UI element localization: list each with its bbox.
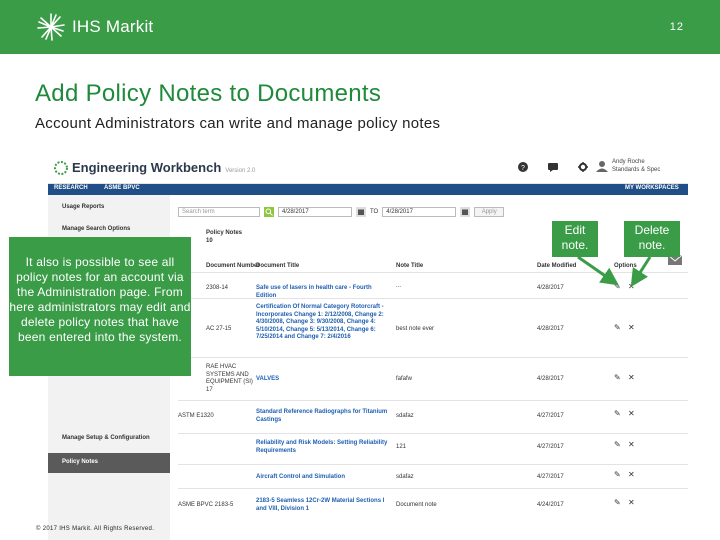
cell-doc-title[interactable]: Standard Reference Radiographs for Titan… xyxy=(256,409,392,424)
cell-date: 4/27/2017 xyxy=(537,474,564,480)
header-icons: ? xyxy=(518,162,588,172)
cell-date: 4/28/2017 xyxy=(537,326,564,332)
row-divider xyxy=(178,464,688,465)
app-starburst-icon xyxy=(54,160,68,175)
cell-doc-number: 2308-14 xyxy=(206,285,229,291)
from-date-field[interactable]: 4/28/2017 xyxy=(278,207,352,217)
row-divider xyxy=(178,400,688,401)
slide-title: Add Policy Notes to Documents xyxy=(35,80,382,107)
edit-note-icon[interactable]: ✎ xyxy=(614,440,621,449)
edit-note-icon[interactable]: ✎ xyxy=(614,373,621,382)
header-divider xyxy=(178,272,688,273)
cell-date: 4/28/2017 xyxy=(537,285,564,291)
ihs-markit-logo: IHS Markit xyxy=(36,12,153,42)
calendar-icon[interactable] xyxy=(460,207,471,217)
cell-date: 4/28/2017 xyxy=(537,376,564,382)
brand-name: IHS Markit xyxy=(72,17,154,36)
edit-note-icon[interactable]: ✎ xyxy=(614,498,621,507)
cell-doc-title[interactable]: Certification Of Normal Category Rotorcr… xyxy=(256,304,392,342)
sidebar-item-manage-setup[interactable]: Manage Setup & Configuration xyxy=(62,435,150,441)
to-label: TO xyxy=(370,209,379,215)
cell-note-title: ... xyxy=(396,283,402,289)
cell-doc-number: ASME BPVC 2183-5 xyxy=(178,502,234,508)
col-document-number[interactable]: Document Number xyxy=(206,263,260,269)
cell-doc-title[interactable]: VALVES xyxy=(256,376,392,384)
cell-date: 4/24/2017 xyxy=(537,502,564,508)
top-nav: RESEARCH ASME BPVC MY WORKSPACES xyxy=(48,184,688,195)
search-bar: Search term 4/28/2017 TO 4/28/2017 Apply xyxy=(178,207,505,217)
sidebar-item-usage-reports[interactable]: Usage Reports xyxy=(62,204,104,210)
edit-note-icon[interactable]: ✎ xyxy=(614,409,621,418)
sidebar-item-policy-notes[interactable]: Policy Notes xyxy=(48,453,170,473)
row-divider xyxy=(178,433,688,434)
starburst-logo-icon xyxy=(37,13,65,41)
delete-note-icon[interactable]: ✕ xyxy=(628,470,635,479)
nav-research[interactable]: RESEARCH xyxy=(54,185,88,191)
app-version: Version 2.0 xyxy=(225,167,256,174)
delete-note-icon[interactable]: ✕ xyxy=(628,282,635,291)
cell-note-title: 121 xyxy=(396,444,407,450)
policy-notes-heading: Policy Notes xyxy=(206,230,243,236)
edit-note-icon[interactable]: ✎ xyxy=(614,282,621,291)
help-icon[interactable]: ? xyxy=(518,162,528,172)
cell-note-title: fafafw xyxy=(396,376,413,382)
edit-note-callout: Edit note. xyxy=(552,221,598,257)
cell-doc-number: AC 27-15 xyxy=(206,326,232,332)
avatar-icon xyxy=(596,161,608,172)
apply-button[interactable]: Apply xyxy=(474,207,505,217)
nav-my-workspaces[interactable]: MY WORKSPACES xyxy=(625,185,679,191)
search-input[interactable]: Search term xyxy=(178,207,260,217)
cell-doc-title[interactable]: 2183-5 Seamless 12Cr-2W Material Section… xyxy=(256,498,392,513)
cell-date: 4/27/2017 xyxy=(537,444,564,450)
calendar-icon[interactable] xyxy=(356,207,366,217)
col-options: Options xyxy=(614,263,637,269)
cell-date: 4/27/2017 xyxy=(537,413,564,419)
admin-page-callout: It also is possible to see all policy no… xyxy=(9,237,191,376)
col-date-modified[interactable]: Date Modified xyxy=(537,263,576,269)
sidebar-item-manage-search[interactable]: Manage Search Options xyxy=(62,226,130,232)
slide-number: 12 xyxy=(669,21,684,33)
row-divider xyxy=(178,357,688,358)
slide-subtitle: Account Administrators can write and man… xyxy=(35,115,441,132)
edit-note-icon[interactable]: ✎ xyxy=(614,470,621,479)
cell-doc-number: RAE HVAC SYSTEMS AND EQUIPMENT (SI) 17 xyxy=(206,364,253,393)
delete-note-icon[interactable]: ✕ xyxy=(628,498,635,507)
user-menu[interactable]: Andy Roche Standards & Spec xyxy=(596,158,660,174)
svg-text:?: ? xyxy=(521,165,525,172)
app-header: Engineering Workbench Version 2.0 ? Andy… xyxy=(48,152,688,184)
app-name: Engineering Workbench xyxy=(72,160,222,175)
to-date-field[interactable]: 4/28/2017 xyxy=(382,207,457,217)
copyright: © 2017 IHS Markit. All Rights Reserved. xyxy=(36,526,155,532)
cell-note-title: Document note xyxy=(396,502,437,508)
user-subtitle: Standards & Spec xyxy=(612,167,661,173)
cell-doc-title[interactable]: Aircraft Control and Simulation xyxy=(256,474,392,482)
delete-note-icon[interactable]: ✕ xyxy=(628,440,635,449)
col-document-title[interactable]: Document Title xyxy=(256,263,299,269)
cell-note-title: best note ever xyxy=(396,326,435,332)
app-logo[interactable]: Engineering Workbench Version 2.0 xyxy=(54,160,255,175)
delete-note-icon[interactable]: ✕ xyxy=(628,409,635,418)
cell-note-title: sdafaz xyxy=(396,474,414,480)
cell-doc-title[interactable]: Reliability and Risk Models: Setting Rel… xyxy=(256,440,392,455)
edit-note-icon[interactable]: ✎ xyxy=(614,323,621,332)
policy-notes-count: 10 xyxy=(206,238,213,244)
search-button[interactable] xyxy=(264,207,274,217)
cell-doc-number: ASTM E1320 xyxy=(178,413,214,419)
gear-icon[interactable] xyxy=(578,162,588,172)
slide-header-bar: IHS Markit 12 xyxy=(0,0,720,54)
user-name: Andy Roche xyxy=(612,159,645,165)
cell-note-title: sdafaz xyxy=(396,413,414,419)
chat-icon[interactable] xyxy=(548,162,558,172)
row-divider xyxy=(178,298,688,299)
sidebar-item-label: Policy Notes xyxy=(62,459,99,465)
delete-note-icon[interactable]: ✕ xyxy=(628,373,635,382)
delete-note-icon[interactable]: ✕ xyxy=(628,323,635,332)
col-note-title[interactable]: Note Title xyxy=(396,263,423,269)
row-divider xyxy=(178,488,688,489)
delete-note-callout: Delete note. xyxy=(624,221,680,257)
nav-asme-bpvc[interactable]: ASME BPVC xyxy=(104,185,140,191)
